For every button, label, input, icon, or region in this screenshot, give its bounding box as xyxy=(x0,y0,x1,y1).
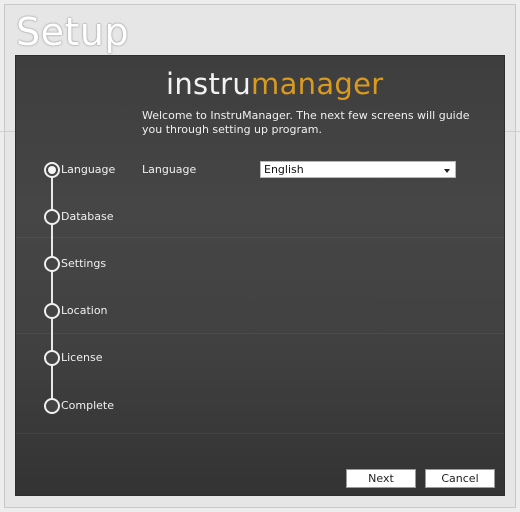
language-field-label: Language xyxy=(142,163,197,176)
step-marker-icon xyxy=(44,162,60,178)
step-label: License xyxy=(61,351,103,364)
step-marker-icon xyxy=(44,209,60,225)
step-marker-icon xyxy=(44,256,60,272)
language-select-value: English xyxy=(264,163,304,176)
step-label: Complete xyxy=(61,399,115,412)
step-marker-icon xyxy=(44,350,60,366)
window-title: Setup xyxy=(16,10,130,54)
step-marker-icon xyxy=(44,398,60,414)
panel-divider xyxy=(16,237,504,238)
setup-panel: instrumanager Welcome to InstruManager. … xyxy=(15,55,505,496)
logo-text-manager: manager xyxy=(251,67,384,101)
welcome-text: Welcome to InstruManager. The next few s… xyxy=(142,109,470,136)
step-label: Settings xyxy=(61,257,107,270)
panel-divider xyxy=(16,333,504,334)
language-select[interactable]: English xyxy=(260,161,456,178)
next-button[interactable]: Next xyxy=(346,469,416,488)
step-marker-icon xyxy=(44,303,60,319)
step-label: Location xyxy=(61,304,108,317)
cancel-button[interactable]: Cancel xyxy=(425,469,495,488)
panel-divider xyxy=(16,433,504,434)
step-label: Database xyxy=(61,210,114,223)
step-label: Language xyxy=(61,163,116,176)
step-rail xyxy=(51,170,53,406)
logo-text-instru: instru xyxy=(166,67,252,101)
chevron-down-icon[interactable] xyxy=(444,169,450,173)
instrumanager-logo: instrumanager xyxy=(166,66,383,102)
